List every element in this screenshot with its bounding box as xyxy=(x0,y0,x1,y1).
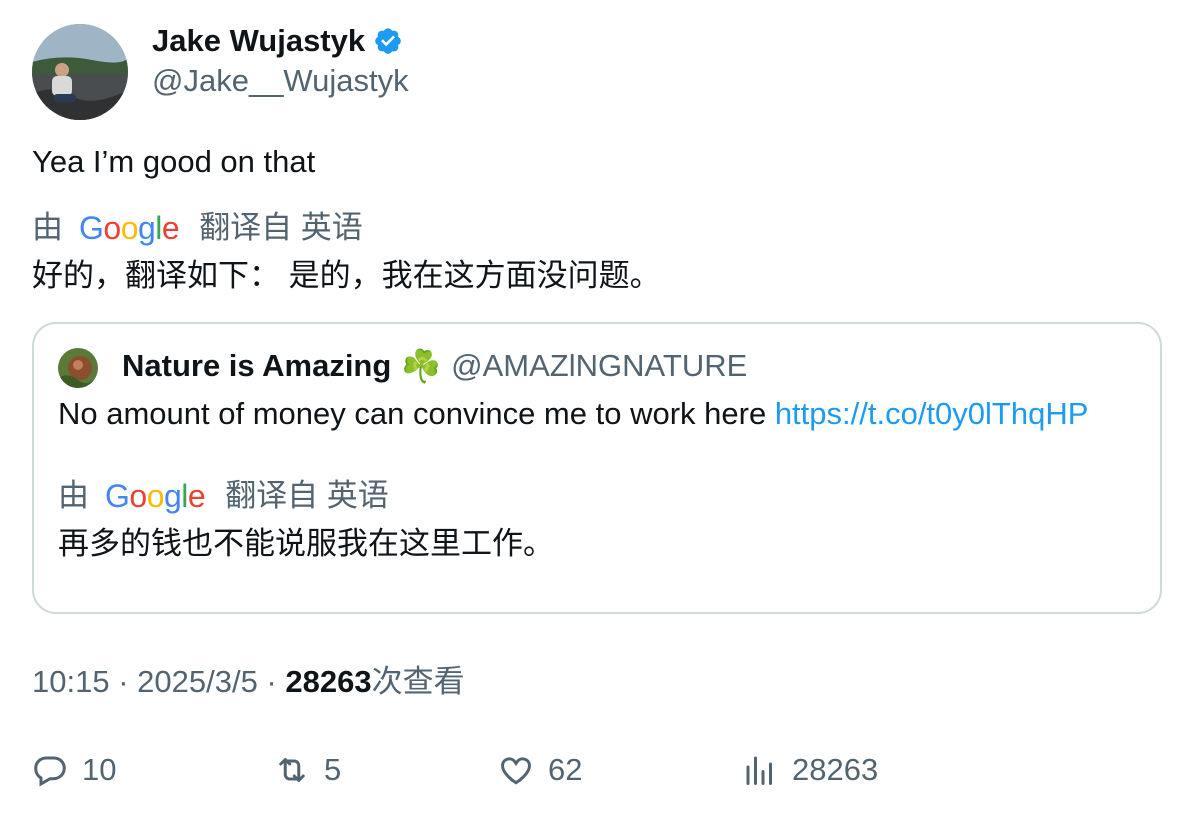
analytics-icon xyxy=(746,756,772,785)
views-button[interactable]: 28263 xyxy=(742,748,878,792)
author-name-row[interactable]: Jake Wujastyk xyxy=(152,22,403,60)
heart-icon xyxy=(500,757,532,785)
retweet-button[interactable]: 5 xyxy=(274,748,341,792)
retweet-icon xyxy=(279,758,305,782)
reply-count: 10 xyxy=(82,752,117,787)
quoted-tweet-text: No amount of money can convince me to wo… xyxy=(58,396,767,431)
quoted-author-row[interactable]: Nature is Amazing ☘️ @AMAZlNGNATURE xyxy=(122,346,747,386)
reply-button[interactable]: 10 xyxy=(32,748,116,792)
quoted-translation-from-label: 翻译自 英语 xyxy=(225,478,389,513)
google-logo-icon: Google xyxy=(79,210,180,246)
shamrock-icon: ☘️ xyxy=(401,348,442,384)
tweet-meta: 10:15 · 2025/3/5 · 28263次查看 xyxy=(32,662,465,702)
translation-by-label: 由 xyxy=(32,210,63,245)
quoted-author-handle[interactable]: @AMAZlNGNATURE xyxy=(451,346,747,386)
author-handle[interactable]: @Jake__Wujastyk xyxy=(152,62,409,100)
retweet-count: 5 xyxy=(324,752,342,787)
translated-text: 好的，翻译如下： 是的，我在这方面没问题。 xyxy=(32,258,661,293)
like-count: 62 xyxy=(548,752,583,787)
quoted-tweet-text-row: No amount of money can convince me to wo… xyxy=(58,394,1088,434)
quoted-translation-attribution: 由 Google 翻译自 英语 xyxy=(58,476,389,516)
tweet-date[interactable]: 2025/3/5 xyxy=(137,664,258,699)
tweet-time[interactable]: 10:15 xyxy=(32,664,110,699)
tweet-text: Yea I’m good on that xyxy=(32,144,316,179)
quoted-translation-by-label: 由 xyxy=(58,478,89,513)
view-count-label: 次查看 xyxy=(371,664,465,699)
author-name[interactable]: Jake Wujastyk xyxy=(152,22,365,60)
translation-attribution: 由 Google 翻译自 英语 xyxy=(32,208,363,248)
quoted-translated-text: 再多的钱也不能说服我在这里工作。 xyxy=(58,526,554,561)
quoted-author-name[interactable]: Nature is Amazing xyxy=(122,346,391,386)
verified-badge-icon xyxy=(375,28,401,54)
view-count: 28263 xyxy=(285,664,372,699)
quoted-author-avatar[interactable] xyxy=(58,348,98,388)
translation-from-label: 翻译自 英语 xyxy=(199,210,363,245)
meta-separator: · xyxy=(257,664,286,699)
views-count: 28263 xyxy=(792,752,879,787)
quoted-tweet-link[interactable]: https://t.co/t0y0lThqHP xyxy=(775,396,1089,431)
like-button[interactable]: 62 xyxy=(498,748,582,792)
author-avatar[interactable] xyxy=(32,24,128,120)
quoted-tweet-card[interactable]: Nature is Amazing ☘️ @AMAZlNGNATURE No a… xyxy=(32,322,1162,614)
reply-icon xyxy=(34,756,66,787)
google-logo-icon: Google xyxy=(105,478,206,514)
meta-separator: · xyxy=(109,664,138,699)
